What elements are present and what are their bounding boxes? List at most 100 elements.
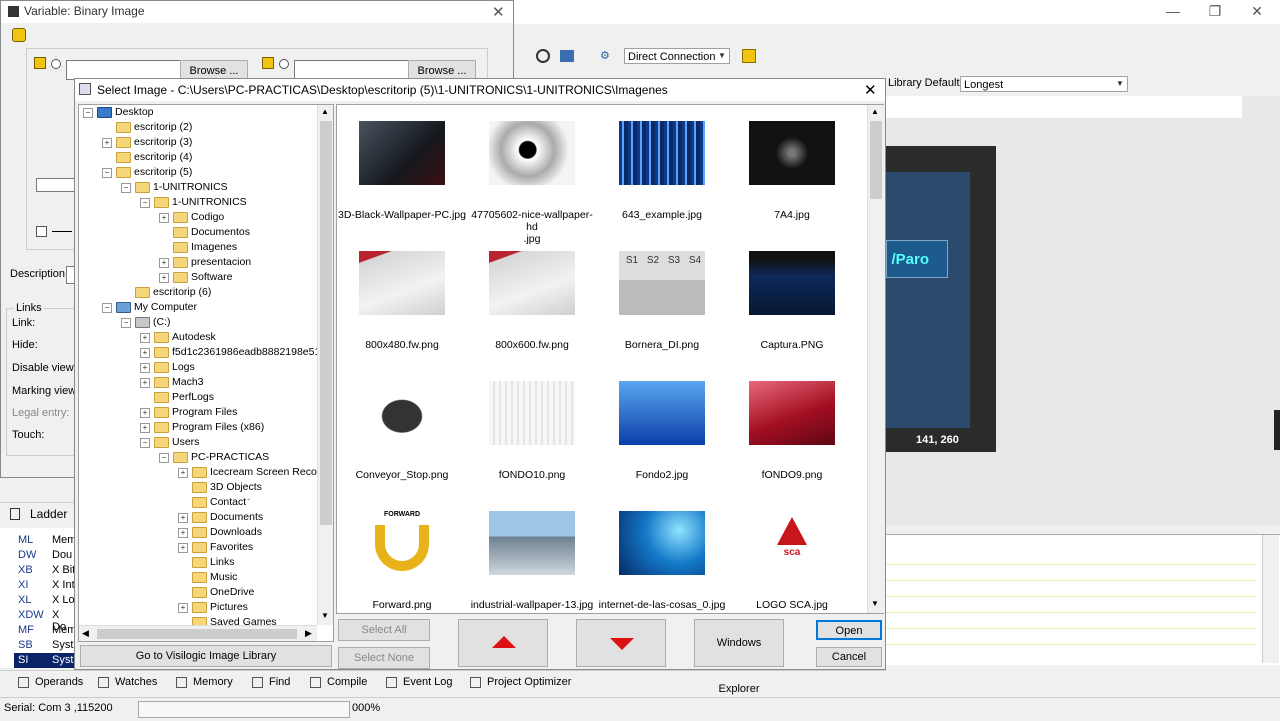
- tree-node[interactable]: 3D Objects: [192, 480, 262, 495]
- operand-row[interactable]: SI Syst: [14, 653, 76, 668]
- tree-node[interactable]: − 1-UNITRONICS: [121, 180, 228, 195]
- tree-node[interactable]: Links: [192, 555, 235, 570]
- expand-icon[interactable]: +: [140, 363, 150, 373]
- connection-icon[interactable]: ⚙: [600, 49, 616, 63]
- tree-node[interactable]: − 1-UNITRONICS: [140, 195, 247, 210]
- maximize-button[interactable]: ❐: [1200, 2, 1230, 20]
- close-icon[interactable]: ✕: [864, 81, 877, 99]
- expand-icon[interactable]: +: [178, 513, 188, 523]
- image-thumbnail[interactable]: 7A4.jpg: [727, 113, 857, 241]
- scroll-right-icon[interactable]: ▶: [305, 628, 312, 639]
- collapse-icon[interactable]: −: [121, 318, 131, 328]
- image-thumbnail[interactable]: Captura.PNG: [727, 243, 857, 371]
- collapse-icon[interactable]: −: [159, 453, 169, 463]
- image-thumbnail[interactable]: 47705602-nice-wallpaper-hd .jpg: [467, 113, 597, 245]
- gallery-scrollbar[interactable]: ▲ ▼: [867, 105, 884, 613]
- tree-node[interactable]: − My Computer: [102, 300, 197, 315]
- cancel-button[interactable]: Cancel: [816, 647, 882, 667]
- scroll-up-icon[interactable]: ▲: [871, 107, 879, 116]
- scroll-down-icon[interactable]: ▼: [321, 611, 329, 620]
- option-checkbox[interactable]: [36, 226, 47, 237]
- image-thumbnail[interactable]: 800x480.fw.png: [337, 243, 467, 371]
- grid-row[interactable]: [886, 629, 1256, 645]
- connection-select[interactable]: Direct Connection ▼: [624, 48, 730, 64]
- collapse-icon[interactable]: −: [102, 168, 112, 178]
- tree-node[interactable]: + Icecream Screen Reco: [178, 465, 317, 480]
- tree-node[interactable]: Music: [192, 570, 237, 585]
- select-none-button[interactable]: Select None: [338, 647, 430, 669]
- tab-memory[interactable]: Memory: [176, 672, 233, 692]
- grid-row[interactable]: [886, 597, 1256, 613]
- scroll-down-icon[interactable]: ▼: [871, 599, 879, 608]
- tree-node[interactable]: + Favorites: [178, 540, 253, 555]
- collapse-icon[interactable]: −: [140, 438, 150, 448]
- expand-icon[interactable]: +: [178, 528, 188, 538]
- close-icon[interactable]: ✕: [492, 3, 505, 21]
- image-thumbnail[interactable]: 3D-Black-Wallpaper-PC.jpg: [337, 113, 467, 241]
- tree-node[interactable]: Documentos: [173, 225, 250, 240]
- tree-node[interactable]: escritorip (6): [135, 285, 211, 300]
- tree-node[interactable]: + Software: [159, 270, 232, 285]
- tree-node[interactable]: OneDrive: [192, 585, 254, 600]
- expand-icon[interactable]: +: [140, 378, 150, 388]
- tree-scroll-thumb[interactable]: [320, 121, 332, 525]
- expand-icon[interactable]: +: [140, 423, 150, 433]
- tree-node[interactable]: + Mach3: [140, 375, 204, 390]
- tree-vertical-scrollbar[interactable]: ▲ ▼: [317, 105, 333, 625]
- move-up-button[interactable]: [458, 619, 548, 667]
- ladder-tab[interactable]: Ladder: [0, 502, 76, 525]
- operand-row[interactable]: SB Syst: [14, 638, 76, 653]
- image-gallery[interactable]: 3D-Black-Wallpaper-PC.jpg 47705602-nice-w…: [336, 104, 884, 614]
- scroll-up-icon[interactable]: ▲: [321, 107, 329, 116]
- tree-horizontal-scrollbar[interactable]: ◀ ▶: [79, 625, 317, 641]
- minimize-button[interactable]: —: [1158, 2, 1188, 20]
- image-thumbnail[interactable]: industrial-wallpaper-13.jpg: [467, 503, 597, 631]
- tree-node[interactable]: + Logs: [140, 360, 195, 375]
- tree-node[interactable]: − (C:): [121, 315, 171, 330]
- tree-node[interactable]: − PC-PRACTICAS: [159, 450, 269, 465]
- tree-node[interactable]: + Autodesk: [140, 330, 216, 345]
- expand-icon[interactable]: +: [102, 138, 112, 148]
- operand-row[interactable]: ML Mem: [14, 533, 76, 548]
- collapse-icon[interactable]: −: [140, 198, 150, 208]
- operand-row[interactable]: XB X Bit: [14, 563, 76, 578]
- tree-node[interactable]: + escritorip (3): [102, 135, 192, 150]
- tree-node[interactable]: + Codigo: [159, 210, 224, 225]
- tree-hscroll-thumb[interactable]: [97, 629, 297, 639]
- windows-explorer-button[interactable]: Windows Explorer: [694, 619, 784, 695]
- tree-node[interactable]: + Program Files (x86): [140, 420, 264, 435]
- close-app-button[interactable]: ✕: [1242, 2, 1272, 20]
- tree-node[interactable]: + f5d1c2361986eadb8882198e51: [140, 345, 320, 360]
- image-thumbnail[interactable]: 800x600.fw.png: [467, 243, 597, 371]
- tree-node[interactable]: − Desktop: [83, 105, 154, 120]
- image-thumbnail[interactable]: 643_example.jpg: [597, 113, 727, 241]
- grid-row[interactable]: [886, 613, 1256, 629]
- image-thumbnail[interactable]: fONDO9.png: [727, 373, 857, 501]
- expand-icon[interactable]: +: [159, 213, 169, 223]
- operand-row[interactable]: XDW X Do: [14, 608, 76, 633]
- image-thumbnail[interactable]: S1 S2 S3 S4 Bornera_DI.png: [597, 243, 727, 371]
- image-thumbnail[interactable]: fONDO10.png: [467, 373, 597, 501]
- expand-icon[interactable]: +: [140, 333, 150, 343]
- operand-row[interactable]: DW Dou: [14, 548, 76, 563]
- tab-compile[interactable]: Compile: [310, 672, 367, 692]
- expand-icon[interactable]: +: [159, 273, 169, 283]
- collapse-icon[interactable]: −: [83, 108, 93, 118]
- grid-scrollbar[interactable]: [1262, 535, 1279, 663]
- properties-grid[interactable]: [886, 534, 1280, 665]
- expand-icon[interactable]: +: [178, 603, 188, 613]
- expand-icon[interactable]: +: [140, 348, 150, 358]
- tree-node[interactable]: + Pictures: [178, 600, 248, 615]
- scroll-left-icon[interactable]: ◀: [82, 628, 89, 639]
- library-select[interactable]: Longest ▼: [960, 76, 1128, 92]
- operand-row[interactable]: MF Mem: [14, 623, 76, 638]
- grid-row[interactable]: [886, 565, 1256, 581]
- tree-node[interactable]: + Downloads: [178, 525, 262, 540]
- gallery-scroll-thumb[interactable]: [870, 121, 882, 199]
- clock-icon[interactable]: [536, 49, 550, 63]
- tree-node[interactable]: escritorip (2): [116, 120, 192, 135]
- operand-row[interactable]: XI X Int: [14, 578, 76, 593]
- tab-watches[interactable]: Watches: [98, 672, 157, 692]
- image-thumbnail[interactable]: internet-de-las-cosas_0.jpg: [597, 503, 727, 631]
- operand-row[interactable]: XL X Lo: [14, 593, 76, 608]
